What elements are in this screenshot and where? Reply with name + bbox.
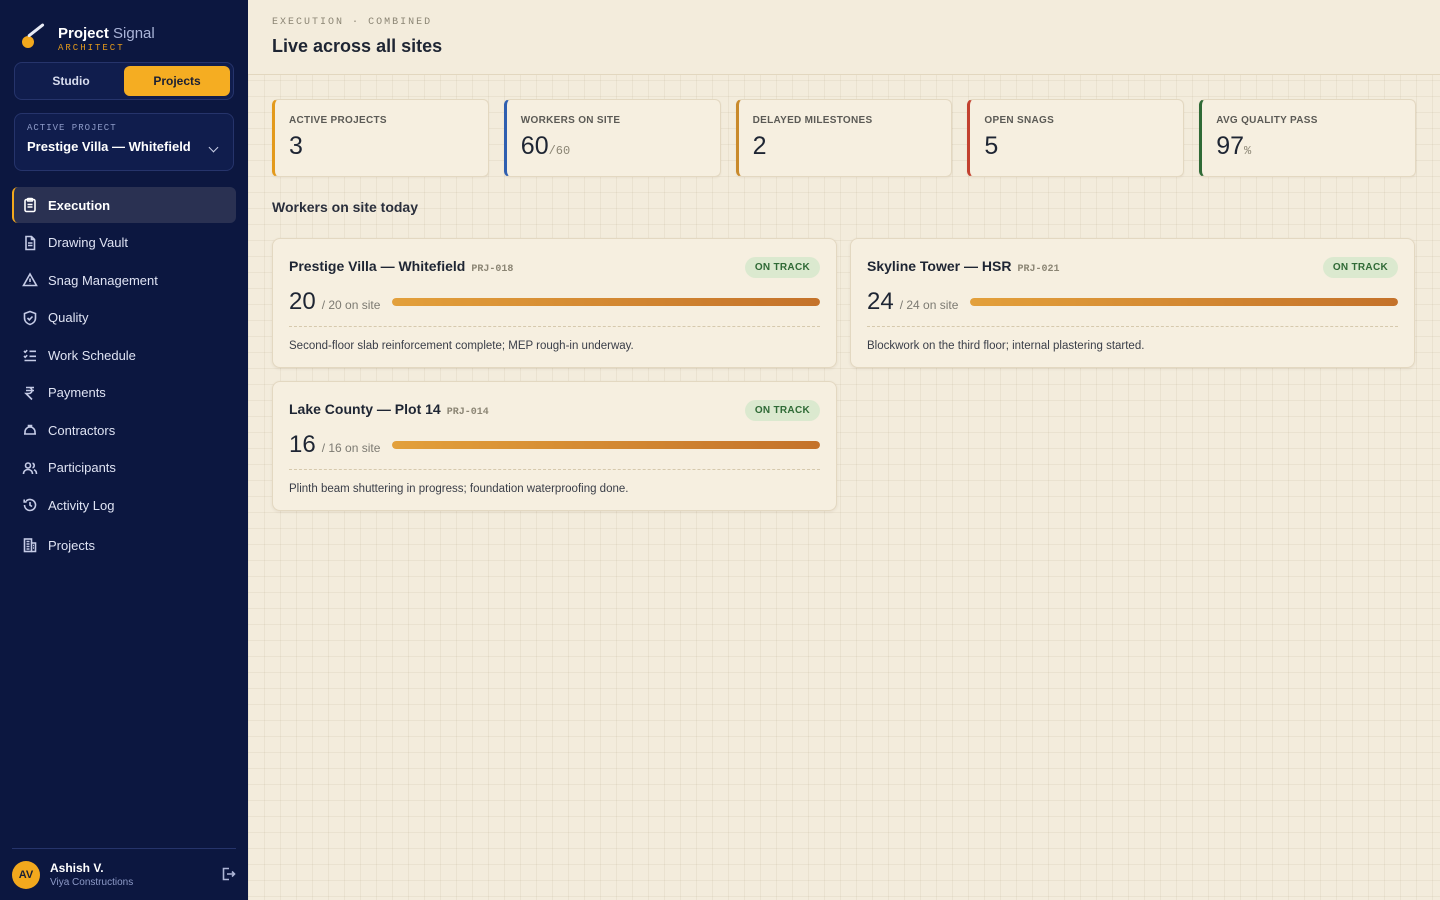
stat-value: 3: [289, 132, 303, 160]
sidebar-item-work-schedule[interactable]: Work Schedule: [12, 337, 236, 373]
sidebar-item-label: Activity Log: [48, 497, 115, 513]
brand-name: Project Signal: [58, 25, 155, 42]
warning-triangle-icon: [22, 272, 38, 288]
sidebar-item-contractors[interactable]: Contractors: [12, 412, 236, 448]
sidebar-item-label: Quality: [48, 310, 89, 325]
stat-delayed-milestones: DELAYED MILESTONES 2: [735, 99, 953, 177]
sidebar-item-execution[interactable]: Execution: [12, 187, 236, 223]
user-org: Viya Constructions: [50, 877, 134, 888]
stat-value: 2: [752, 132, 767, 160]
worker-progress-bar: [392, 298, 820, 306]
worker-count: 16: [289, 431, 316, 458]
stat-label: WORKERS ON SITE: [520, 115, 621, 126]
sidebar-item-label: Execution: [48, 197, 111, 213]
sidebar-item-label: Work Schedule: [48, 347, 136, 363]
active-project-value: Prestige Villa — Whitefield: [27, 139, 191, 154]
sidebar-item-snag-management[interactable]: Snag Management: [12, 262, 236, 298]
users-icon: [22, 460, 38, 476]
worker-progress-bar: [392, 441, 820, 449]
site-card[interactable]: Skyline Tower — HSR PRJ-021 ON TRACK 24 /…: [850, 238, 1415, 368]
stats-row: ACTIVE PROJECTS 3 WORKERS ON SITE 60/60 …: [248, 75, 1440, 177]
stat-label: DELAYED MILESTONES: [752, 115, 873, 126]
stat-label: AVG QUALITY PASS: [1216, 115, 1318, 126]
stat-label: OPEN SNAGS: [984, 115, 1055, 126]
site-card[interactable]: Lake County — Plot 14 PRJ-014 ON TRACK 16…: [272, 381, 837, 511]
mode-switch: Studio Projects: [14, 62, 234, 100]
sidebar-item-activity-log[interactable]: Activity Log: [12, 487, 236, 523]
sidebar: Project Signal ARCHITECT Studio Projects…: [0, 0, 248, 900]
user-profile: AV Ashish V. Viya Constructions: [12, 848, 236, 900]
brand-logo-icon: [20, 23, 46, 52]
stat-avg-quality-pass: AVG QUALITY PASS 97%: [1199, 99, 1416, 177]
brand[interactable]: Project Signal ARCHITECT: [0, 0, 248, 62]
rupee-icon: [22, 385, 38, 401]
page-header: EXECUTION · COMBINED Live across all sit…: [248, 0, 1440, 75]
sidebar-item-label: Projects: [48, 537, 95, 553]
stat-value: 5: [984, 132, 999, 160]
worker-count: 24: [867, 288, 894, 315]
projects-tab[interactable]: Projects: [124, 66, 230, 96]
site-code: PRJ-014: [446, 407, 489, 418]
logout-icon[interactable]: [220, 866, 236, 882]
worker-count: 20: [289, 288, 316, 315]
breadcrumb-separator: ·: [352, 17, 361, 28]
stat-suffix: %: [1244, 144, 1252, 158]
brand-role: ARCHITECT: [58, 43, 125, 53]
sidebar-item-label: Payments: [48, 385, 106, 400]
site-note: Plinth beam shuttering in progress; foun…: [289, 483, 629, 495]
building-icon: [22, 537, 38, 553]
stat-active-projects: ACTIVE PROJECTS 3: [272, 99, 489, 177]
user-name: Ashish V.: [50, 861, 104, 875]
status-badge: ON TRACK: [744, 399, 820, 421]
site-name: Prestige Villa — Whitefield: [289, 258, 466, 274]
sidebar-item-payments[interactable]: Payments: [12, 375, 236, 411]
sidebar-item-label: Snag Management: [48, 272, 158, 288]
sidebar-nav: Execution Drawing Vault Snag Management …: [0, 187, 248, 563]
status-badge: ON TRACK: [1322, 256, 1398, 278]
site-note: Second-floor slab reinforcement complete…: [289, 340, 634, 352]
site-code: PRJ-021: [1017, 264, 1060, 275]
worker-count-total: / 16 on site: [321, 441, 381, 455]
site-name: Lake County — Plot 14: [289, 401, 441, 417]
site-card[interactable]: Prestige Villa — Whitefield PRJ-018 ON TR…: [272, 238, 837, 368]
section-title: Workers on site today: [272, 199, 419, 215]
breadcrumb: EXECUTION · COMBINED: [272, 17, 1416, 28]
stat-value: 60: [520, 132, 549, 160]
sidebar-item-projects[interactable]: Projects: [12, 527, 236, 563]
main-content: EXECUTION · COMBINED Live across all sit…: [248, 0, 1440, 900]
worker-progress-bar: [970, 298, 1398, 306]
shield-check-icon: [22, 310, 38, 326]
checklist-icon: [22, 347, 38, 363]
breadcrumb-combined: COMBINED: [368, 17, 433, 28]
breadcrumb-execution[interactable]: EXECUTION: [272, 17, 344, 28]
sidebar-item-label: Participants: [48, 460, 116, 475]
history-icon: [22, 497, 38, 513]
stat-value: 97: [1216, 132, 1244, 160]
site-name: Skyline Tower — HSR: [867, 258, 1012, 274]
studio-tab[interactable]: Studio: [18, 66, 124, 96]
stat-open-snags: OPEN SNAGS 5: [967, 99, 1185, 177]
document-icon: [22, 235, 38, 251]
sidebar-item-label: Contractors: [48, 422, 116, 438]
avatar[interactable]: AV: [12, 860, 40, 889]
page-title: Live across all sites: [272, 36, 443, 56]
site-note: Blockwork on the third floor; internal p…: [867, 340, 1145, 352]
sidebar-item-participants[interactable]: Participants: [12, 450, 236, 486]
sidebar-item-label: Drawing Vault: [48, 235, 128, 250]
sidebar-item-drawing-vault[interactable]: Drawing Vault: [12, 225, 236, 261]
worker-count-total: / 20 on site: [321, 298, 381, 312]
site-cards: Prestige Villa — Whitefield PRJ-018 ON TR…: [248, 215, 1440, 511]
clipboard-icon: [22, 197, 38, 213]
active-project-select[interactable]: ACTIVE PROJECT Prestige Villa — Whitefie…: [14, 113, 234, 171]
site-code: PRJ-018: [471, 264, 514, 275]
sidebar-item-quality[interactable]: Quality: [12, 300, 236, 336]
stat-suffix: /60: [548, 144, 571, 158]
hard-hat-icon: [22, 422, 38, 438]
active-project-label: ACTIVE PROJECT: [27, 123, 117, 133]
stat-label: ACTIVE PROJECTS: [289, 115, 387, 126]
stat-workers-on-site: WORKERS ON SITE 60/60: [503, 99, 721, 177]
status-badge: ON TRACK: [744, 256, 820, 278]
worker-count-total: / 24 on site: [899, 298, 959, 312]
